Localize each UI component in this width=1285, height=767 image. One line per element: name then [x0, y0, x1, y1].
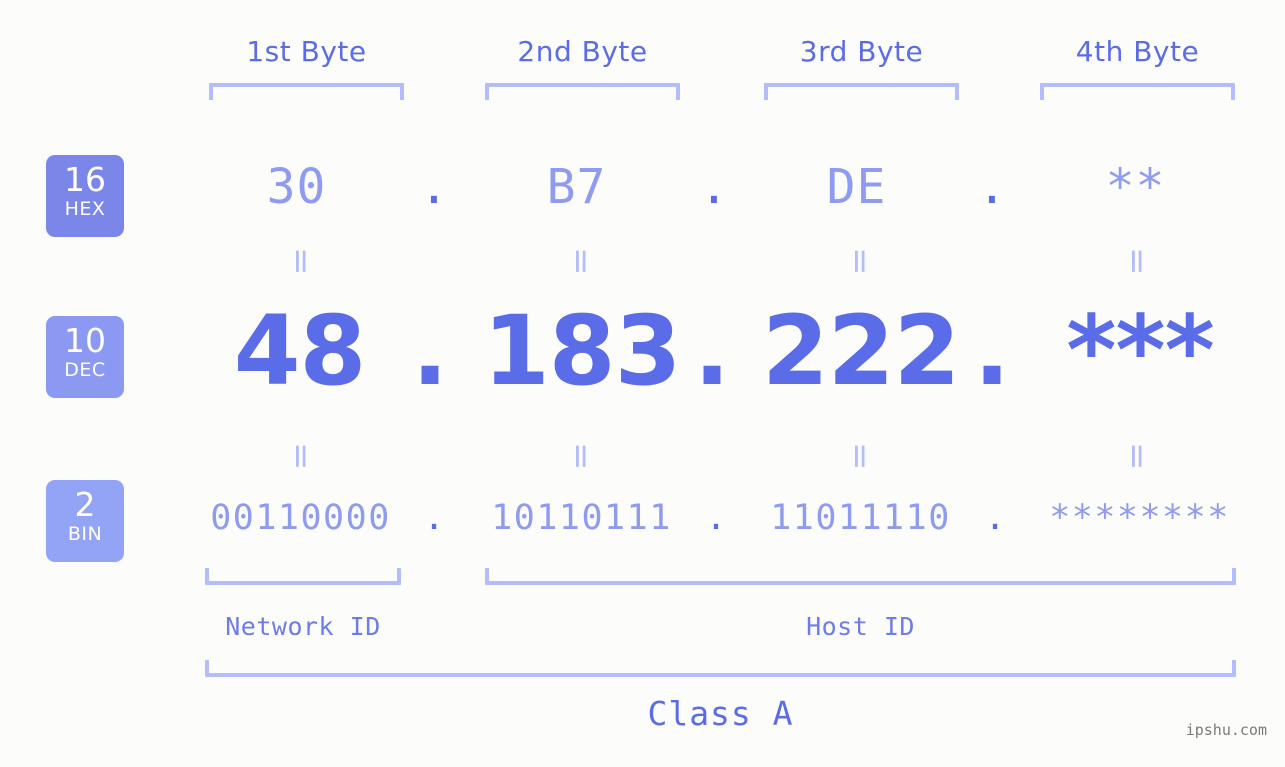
class-bracket — [205, 660, 1236, 677]
radix-badge-hex: 16 HEX — [46, 155, 124, 237]
hex-byte-3: DE — [826, 159, 887, 215]
hex-byte-1: 30 — [266, 159, 327, 215]
dec-separator-3: . — [973, 295, 1011, 407]
bin-separator-1: . — [423, 498, 445, 538]
bin-byte-3: 11011110 — [770, 498, 951, 538]
radix-badge-hex-number: 16 — [64, 160, 106, 199]
dec-byte-4: *** — [1066, 295, 1215, 407]
equals-mark-dec-bin-3: = — [840, 442, 880, 471]
byte-bracket-2 — [485, 83, 680, 100]
radix-badge-hex-unit: HEX — [64, 198, 106, 220]
byte-header-1: 1st Byte — [246, 35, 367, 68]
byte-bracket-4 — [1040, 83, 1235, 100]
radix-badge-bin-number: 2 — [74, 485, 96, 524]
hex-separator-2: . — [699, 159, 729, 215]
host-id-label: Host ID — [806, 612, 915, 641]
equals-mark-hex-dec-3: = — [840, 247, 880, 276]
byte-bracket-3 — [764, 83, 959, 100]
bin-separator-3: . — [984, 498, 1006, 538]
byte-header-2: 2nd Byte — [517, 35, 648, 68]
class-label: Class A — [647, 694, 794, 733]
bin-byte-4: ******** — [1049, 498, 1230, 538]
hex-byte-4: ** — [1105, 159, 1166, 215]
radix-badge-bin: 2 BIN — [46, 480, 124, 562]
radix-badge-dec: 10 DEC — [46, 316, 124, 398]
equals-mark-dec-bin-4: = — [1117, 442, 1157, 471]
byte-header-3: 3rd Byte — [799, 35, 924, 68]
hex-byte-2: B7 — [546, 159, 607, 215]
byte-bracket-1 — [209, 83, 404, 100]
equals-mark-hex-dec-2: = — [561, 247, 601, 276]
network-id-label: Network ID — [225, 612, 381, 641]
equals-mark-hex-dec-4: = — [1117, 247, 1157, 276]
hex-separator-3: . — [977, 159, 1007, 215]
hex-separator-1: . — [419, 159, 449, 215]
dec-separator-1: . — [411, 295, 449, 407]
dec-byte-1: 48 — [233, 295, 367, 407]
dec-byte-2: 183 — [483, 295, 681, 407]
ip-breakdown-diagram: 1st Byte 2nd Byte 3rd Byte 4th Byte 16 H… — [0, 0, 1285, 767]
site-watermark: ipshu.com — [1185, 721, 1267, 739]
radix-badge-dec-unit: DEC — [64, 359, 106, 381]
equals-mark-hex-dec-1: = — [281, 247, 321, 276]
bin-separator-2: . — [705, 498, 727, 538]
radix-badge-dec-number: 10 — [64, 321, 106, 360]
dec-byte-3: 222 — [762, 295, 960, 407]
bin-byte-1: 00110000 — [210, 498, 391, 538]
network-id-bracket — [205, 568, 401, 585]
bin-byte-2: 10110111 — [491, 498, 672, 538]
equals-mark-dec-bin-1: = — [281, 442, 321, 471]
dec-separator-2: . — [693, 295, 731, 407]
radix-badge-bin-unit: BIN — [67, 523, 103, 545]
host-id-bracket — [485, 568, 1236, 585]
byte-header-4: 4th Byte — [1075, 35, 1200, 68]
equals-mark-dec-bin-2: = — [561, 442, 601, 471]
